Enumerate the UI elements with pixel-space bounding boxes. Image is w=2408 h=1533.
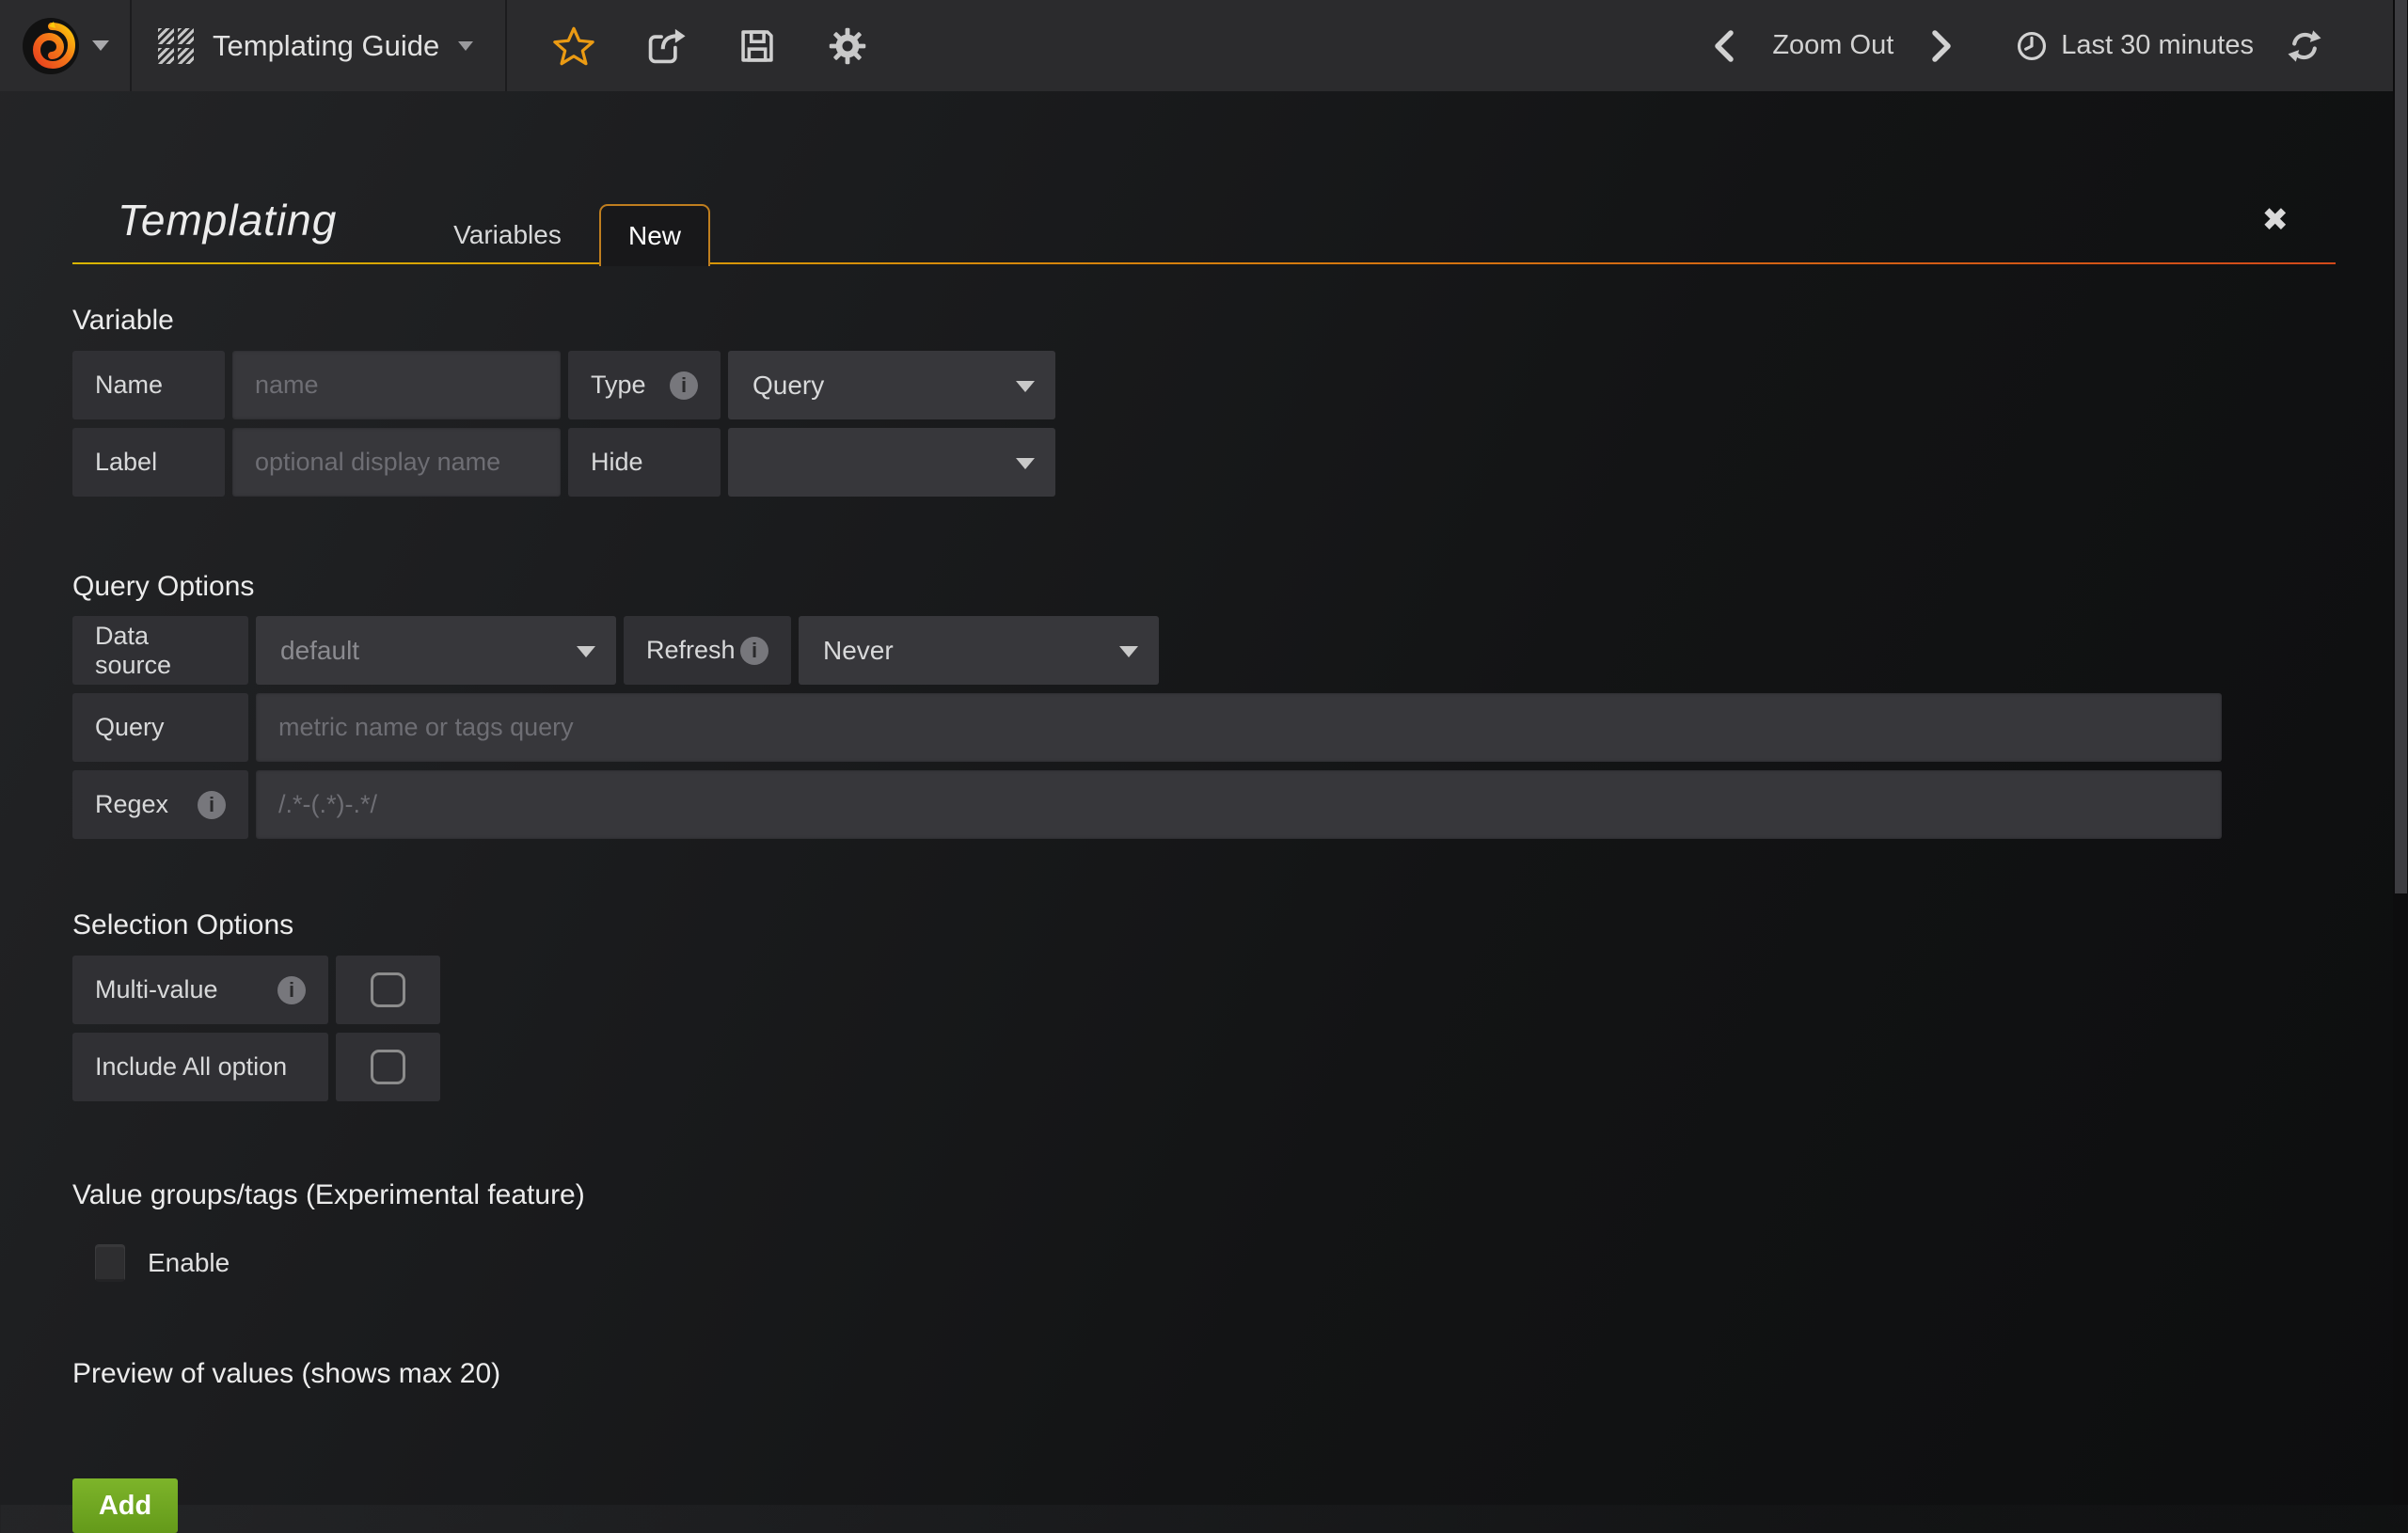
- navbar-actions: [507, 24, 868, 68]
- share-icon: [644, 24, 688, 68]
- type-select-value: Query: [752, 371, 824, 401]
- grafana-menu-button[interactable]: [0, 0, 132, 91]
- chevron-left-icon: [1708, 27, 1740, 65]
- dashboard-icon: [158, 28, 194, 64]
- selection-options-heading: Selection Options: [72, 905, 2336, 946]
- save-button[interactable]: [737, 25, 778, 67]
- include-all-checkbox[interactable]: [336, 1033, 440, 1101]
- name-label: Name: [72, 351, 225, 419]
- variable-name-row: Name Type i Query: [72, 351, 2336, 419]
- regex-label: Regex i: [72, 770, 248, 839]
- zoom-out-button[interactable]: Zoom Out: [1772, 30, 1893, 61]
- datasource-select[interactable]: default: [256, 616, 616, 685]
- include-all-label: Include All option: [72, 1033, 328, 1101]
- refresh-label: Refresh i: [624, 616, 791, 685]
- chevron-down-icon: [458, 41, 473, 51]
- enable-checkbox[interactable]: [95, 1244, 125, 1282]
- tab-variables[interactable]: Variables: [435, 206, 580, 264]
- time-picker-button[interactable]: Last 30 minutes: [2014, 28, 2254, 64]
- checkbox-icon: [371, 972, 405, 1007]
- save-icon: [737, 25, 778, 67]
- chevron-down-icon: [1119, 646, 1138, 657]
- chevron-down-icon: [92, 40, 109, 51]
- include-all-row: Include All option: [72, 1033, 2336, 1101]
- multi-value-row: Multi-value i: [72, 956, 2336, 1024]
- share-button[interactable]: [644, 24, 688, 68]
- datasource-row: Data source default Refresh i Never: [72, 616, 2336, 685]
- enable-label: Enable: [148, 1248, 230, 1278]
- star-icon: [552, 24, 595, 68]
- query-label: Query: [72, 693, 248, 762]
- scrollbar-thumb[interactable]: [2395, 0, 2407, 893]
- grafana-logo-icon: [21, 16, 81, 76]
- tab-new[interactable]: New: [599, 204, 710, 266]
- chevron-down-icon: [577, 646, 595, 657]
- query-input[interactable]: [256, 693, 2222, 762]
- scrollbar-track[interactable]: [2393, 0, 2408, 1505]
- info-icon[interactable]: i: [198, 791, 226, 819]
- templating-header: Templating Variables New ✖: [72, 91, 2336, 264]
- close-icon[interactable]: ✖: [2262, 204, 2289, 236]
- enable-row: Enable: [95, 1244, 2336, 1282]
- refresh-button[interactable]: [2286, 27, 2323, 65]
- zoom-out-right-button[interactable]: [1925, 27, 1957, 65]
- navbar: Templating Guide: [0, 0, 2408, 91]
- datasource-select-value: default: [280, 636, 359, 666]
- settings-button[interactable]: [827, 25, 868, 67]
- value-groups-heading: Value groups/tags (Experimental feature): [72, 1175, 2336, 1216]
- type-label: Type i: [568, 351, 721, 419]
- query-options-heading: Query Options: [72, 566, 2336, 608]
- star-button[interactable]: [552, 24, 595, 68]
- multi-value-label: Multi-value i: [72, 956, 328, 1024]
- name-input[interactable]: [232, 351, 561, 419]
- hide-label: Hide: [568, 428, 721, 497]
- regex-row: Regex i: [72, 770, 2336, 839]
- refresh-icon: [2286, 27, 2323, 65]
- chevron-down-icon: [1016, 458, 1035, 469]
- query-row: Query: [72, 693, 2336, 762]
- dashboard-title-button[interactable]: Templating Guide: [132, 0, 507, 91]
- chevron-right-icon: [1925, 27, 1957, 65]
- variable-label-row: Label Hide: [72, 428, 2336, 497]
- templating-panel: Templating Variables New ✖ Variable Name…: [0, 91, 2408, 1505]
- info-icon[interactable]: i: [670, 371, 698, 400]
- refresh-select-value: Never: [823, 636, 894, 666]
- preview-heading: Preview of values (shows max 20): [72, 1353, 2336, 1395]
- clock-icon: [2014, 28, 2050, 64]
- regex-input[interactable]: [256, 770, 2222, 839]
- datasource-label: Data source: [72, 616, 248, 685]
- info-icon[interactable]: i: [740, 637, 768, 665]
- label-input[interactable]: [232, 428, 561, 497]
- zoom-out-left-button[interactable]: [1708, 27, 1740, 65]
- hide-select[interactable]: [728, 428, 1055, 497]
- label-label: Label: [72, 428, 225, 497]
- checkbox-icon: [371, 1050, 405, 1084]
- variable-section-heading: Variable: [72, 300, 2336, 341]
- page-title: Templating: [118, 195, 337, 245]
- time-controls: Zoom Out Last 30 minutes: [1708, 27, 2408, 65]
- info-icon[interactable]: i: [277, 976, 306, 1004]
- add-button[interactable]: Add: [72, 1478, 178, 1533]
- dashboard-title: Templating Guide: [213, 29, 439, 63]
- refresh-select[interactable]: Never: [799, 616, 1159, 685]
- type-select[interactable]: Query: [728, 351, 1055, 419]
- time-range-label: Last 30 minutes: [2061, 30, 2254, 61]
- multi-value-checkbox[interactable]: [336, 956, 440, 1024]
- chevron-down-icon: [1016, 381, 1035, 392]
- gear-icon: [827, 25, 868, 67]
